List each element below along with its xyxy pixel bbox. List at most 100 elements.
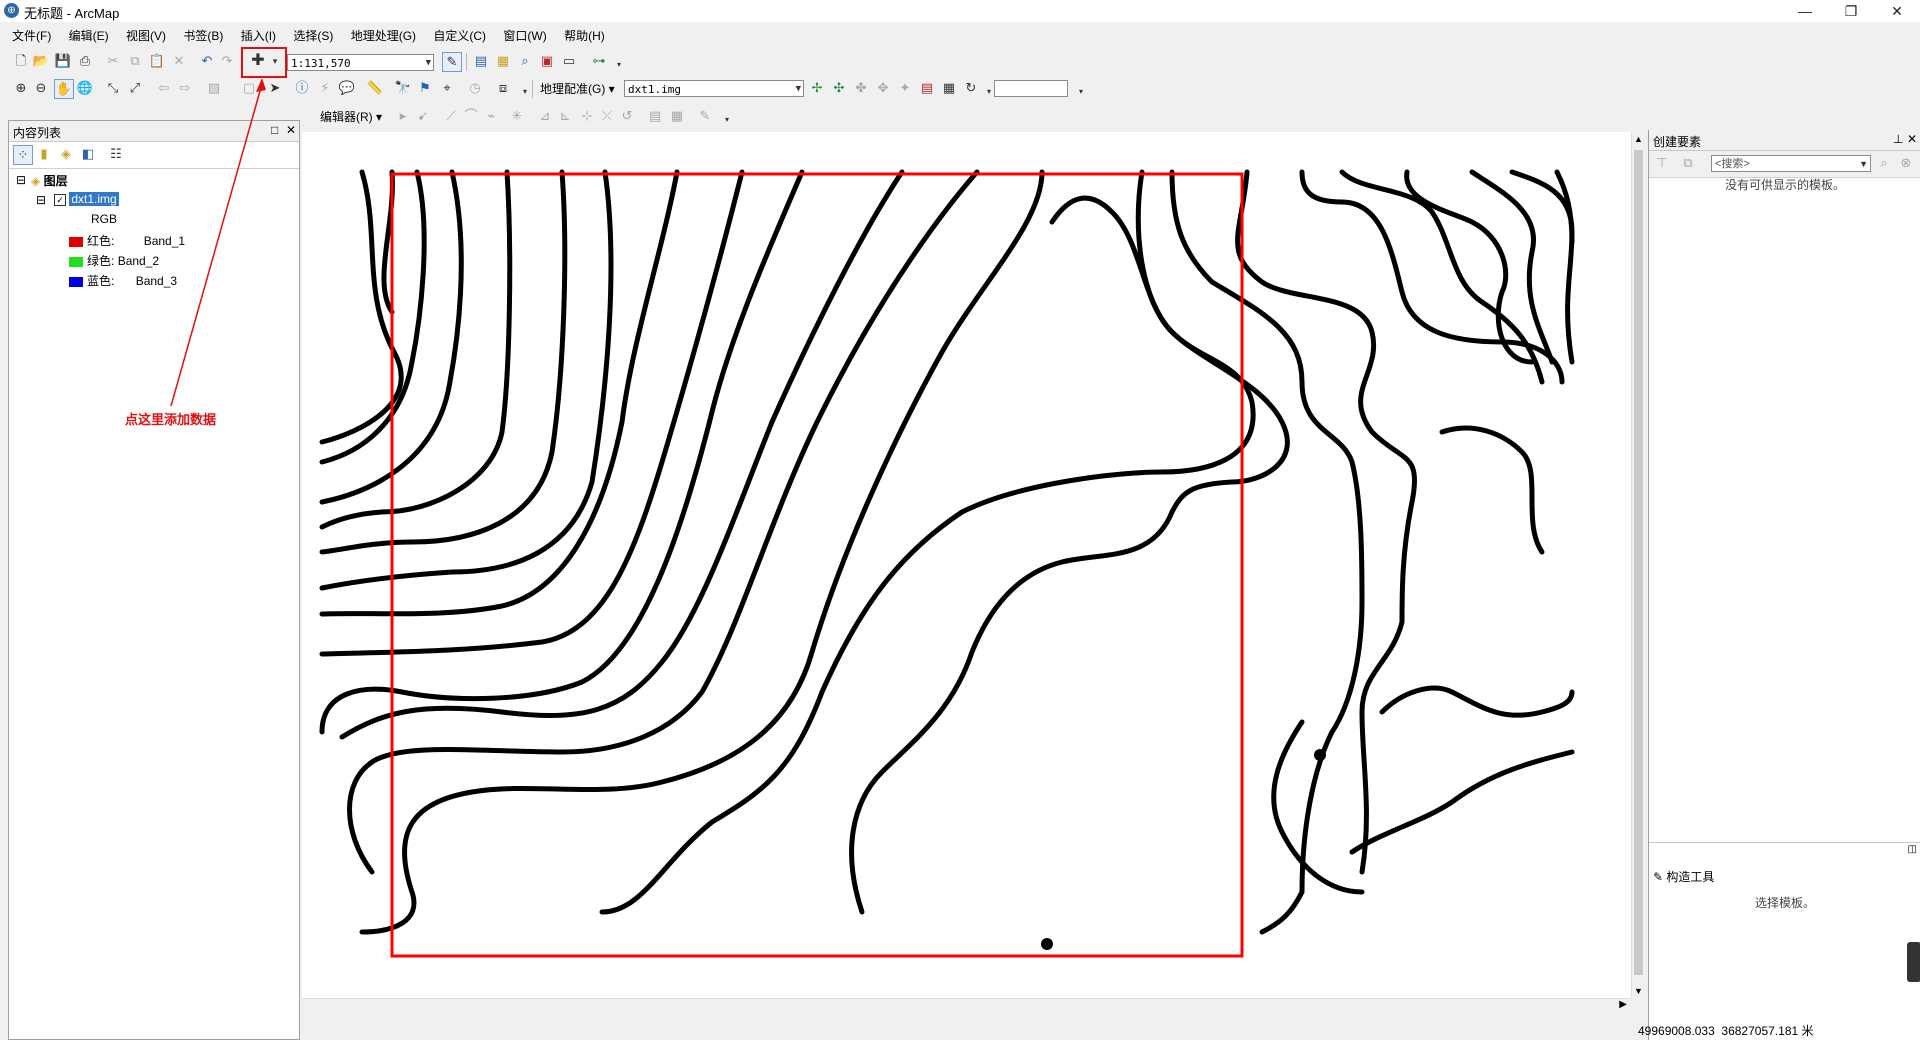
search-icon[interactable]: ⌕	[1875, 154, 1893, 172]
scale-combo[interactable]: 1:131,570 ▼	[287, 54, 434, 71]
close-icon[interactable]: ✕	[286, 123, 296, 137]
cut-polygons-icon[interactable]: ⊹	[578, 107, 596, 125]
layer-row[interactable]: ✓ dxt1.img	[54, 192, 119, 206]
add-data-icon[interactable]: ✚	[249, 52, 267, 70]
auto-hide-icon[interactable]: □	[271, 123, 278, 137]
menu-selection[interactable]: 选择(S)	[286, 24, 340, 47]
toolbar-options-icon[interactable]: ▾	[1072, 83, 1090, 101]
forward-arrow-icon[interactable]: ⇨	[176, 79, 194, 97]
layers-root[interactable]: ◈ 图层	[31, 172, 68, 189]
georef-layer-combo[interactable]: dxt1.img ▼	[624, 80, 804, 97]
rotation-angle-input[interactable]	[994, 80, 1068, 97]
menu-help[interactable]: 帮助(H)	[557, 24, 612, 47]
copy-icon[interactable]: ⧉	[126, 52, 144, 70]
menu-customize[interactable]: 自定义(C)	[426, 24, 493, 47]
measure-icon[interactable]: 📏	[366, 79, 384, 97]
clear-search-icon[interactable]: ⊗	[1897, 154, 1915, 172]
model-builder-icon[interactable]: ⊶	[590, 52, 608, 70]
scale-icon[interactable]: ✤	[852, 79, 870, 97]
minimize-button[interactable]: —	[1782, 0, 1828, 22]
back-arrow-icon[interactable]: ⇦	[155, 79, 173, 97]
viewer-icon[interactable]: ▦	[940, 79, 958, 97]
editor-toolbar-icon[interactable]: ✎	[442, 52, 462, 72]
pin-icon[interactable]: ⊥	[1893, 132, 1903, 146]
fixed-zoom-in-icon[interactable]: ⤡	[104, 79, 122, 97]
filter-icon[interactable]: ⊤	[1653, 154, 1671, 172]
full-extent-icon[interactable]: 🌐	[76, 79, 94, 97]
map-horizontal-scrollbar[interactable]: ▶	[302, 998, 1631, 1013]
scroll-up-icon[interactable]: ▲	[1634, 134, 1643, 144]
link-table-icon[interactable]: ▤	[918, 79, 936, 97]
viewer-window-icon[interactable]: ⧈	[494, 79, 512, 97]
scroll-thumb[interactable]	[1634, 150, 1643, 975]
panel-toggle-icon[interactable]: ◫	[1908, 844, 1917, 855]
undo-icon[interactable]: ↶	[198, 52, 216, 70]
hyperlink-icon[interactable]: ⚡	[316, 79, 334, 97]
identify-icon[interactable]: ⓘ	[293, 79, 311, 97]
rotate-display-icon[interactable]: ↻	[962, 79, 980, 97]
time-slider-icon[interactable]: ◷	[466, 79, 484, 97]
sketch-properties-icon[interactable]: ▦	[668, 107, 686, 125]
attributes-icon[interactable]: ▤	[646, 107, 664, 125]
python-window-icon[interactable]: ▭	[560, 52, 578, 70]
table-of-contents-icon[interactable]: ▤	[472, 52, 490, 70]
list-by-source-icon[interactable]: ▮	[35, 145, 53, 163]
georeferencing-menu[interactable]: 地理配准(G) ▾	[540, 80, 615, 97]
map-vertical-scrollbar[interactable]: ▲ ▼	[1631, 132, 1646, 998]
pan-icon[interactable]: ✋	[54, 79, 74, 99]
template-search-input[interactable]: <搜索> ▼	[1711, 155, 1871, 172]
paste-icon[interactable]: 📋	[148, 52, 166, 70]
edit-annotation-icon[interactable]: ➹	[414, 107, 432, 125]
expand-root-icon[interactable]: ⊟	[16, 173, 26, 187]
html-popup-icon[interactable]: 💬	[338, 79, 356, 97]
edit-vertices-icon[interactable]: ⊿	[536, 107, 554, 125]
find-icon[interactable]: 🔭	[394, 79, 412, 97]
close-button[interactable]: ✕	[1874, 0, 1920, 22]
rotate-icon[interactable]: ✢	[808, 79, 826, 97]
save-icon[interactable]: 💾	[54, 52, 72, 70]
menu-geoprocessing[interactable]: 地理处理(G)	[344, 24, 423, 47]
list-by-drawing-order-icon[interactable]: ⁘	[13, 145, 33, 165]
go-to-xy-icon[interactable]: ⌖	[438, 79, 456, 97]
scroll-down-icon[interactable]: ▼	[1634, 986, 1643, 996]
reshape-icon[interactable]: ⊾	[556, 107, 574, 125]
add-data-dropdown-icon[interactable]: ▾	[266, 52, 284, 70]
expand-layer-icon[interactable]: ⊟	[36, 193, 46, 207]
new-document-icon[interactable]: 🗋	[12, 52, 30, 70]
menu-view[interactable]: 视图(V)	[119, 24, 173, 47]
fixed-zoom-out-icon[interactable]: ⤢	[126, 79, 144, 97]
auto-registration-icon[interactable]: ✥	[874, 79, 892, 97]
select-features-icon[interactable]: ▧	[205, 79, 223, 97]
open-folder-icon[interactable]: 📂	[32, 52, 50, 70]
select-arrow-icon[interactable]: ➤	[266, 79, 284, 97]
editor-menu[interactable]: 编辑器(R) ▾	[320, 108, 382, 125]
layer-visibility-checkbox[interactable]: ✓	[54, 193, 66, 206]
clear-selection-icon[interactable]: ▢	[240, 79, 258, 97]
find-route-icon[interactable]: ⚑	[416, 79, 434, 97]
list-by-selection-icon[interactable]: ◧	[79, 145, 97, 163]
menu-insert[interactable]: 插入(I)	[234, 24, 283, 47]
straight-segment-icon[interactable]: ⟋	[442, 107, 460, 125]
layer-name[interactable]: dxt1.img	[69, 192, 119, 206]
end-point-arc-icon[interactable]: ⌒	[462, 107, 480, 125]
split-icon[interactable]: ⤫	[598, 107, 616, 125]
point-icon[interactable]: ✳	[508, 107, 526, 125]
toolbar-options-icon[interactable]: ▾	[718, 111, 736, 129]
list-by-visibility-icon[interactable]: ◈	[57, 145, 75, 163]
organize-templates-icon[interactable]: ⧉	[1679, 154, 1697, 172]
side-tab-handle[interactable]	[1907, 942, 1920, 982]
cut-icon[interactable]: ✂	[104, 52, 122, 70]
add-control-points-icon[interactable]: ✦	[896, 79, 914, 97]
menu-edit[interactable]: 编辑(E)	[62, 24, 116, 47]
catalog-icon[interactable]: ▦	[494, 52, 512, 70]
create-features-icon[interactable]: ✎	[696, 107, 714, 125]
options-icon[interactable]: ☷	[107, 145, 125, 163]
shift-icon[interactable]: ✣	[830, 79, 848, 97]
zoom-in-icon[interactable]: ⊕	[12, 79, 30, 97]
print-icon[interactable]: ⎙	[76, 52, 94, 70]
redo-icon[interactable]: ↷	[218, 52, 236, 70]
delete-icon[interactable]: ✕	[170, 52, 188, 70]
close-icon[interactable]: ✕	[1907, 132, 1917, 146]
menu-windows[interactable]: 窗口(W)	[496, 24, 553, 47]
arctoolbox-icon[interactable]: ▣	[538, 52, 556, 70]
